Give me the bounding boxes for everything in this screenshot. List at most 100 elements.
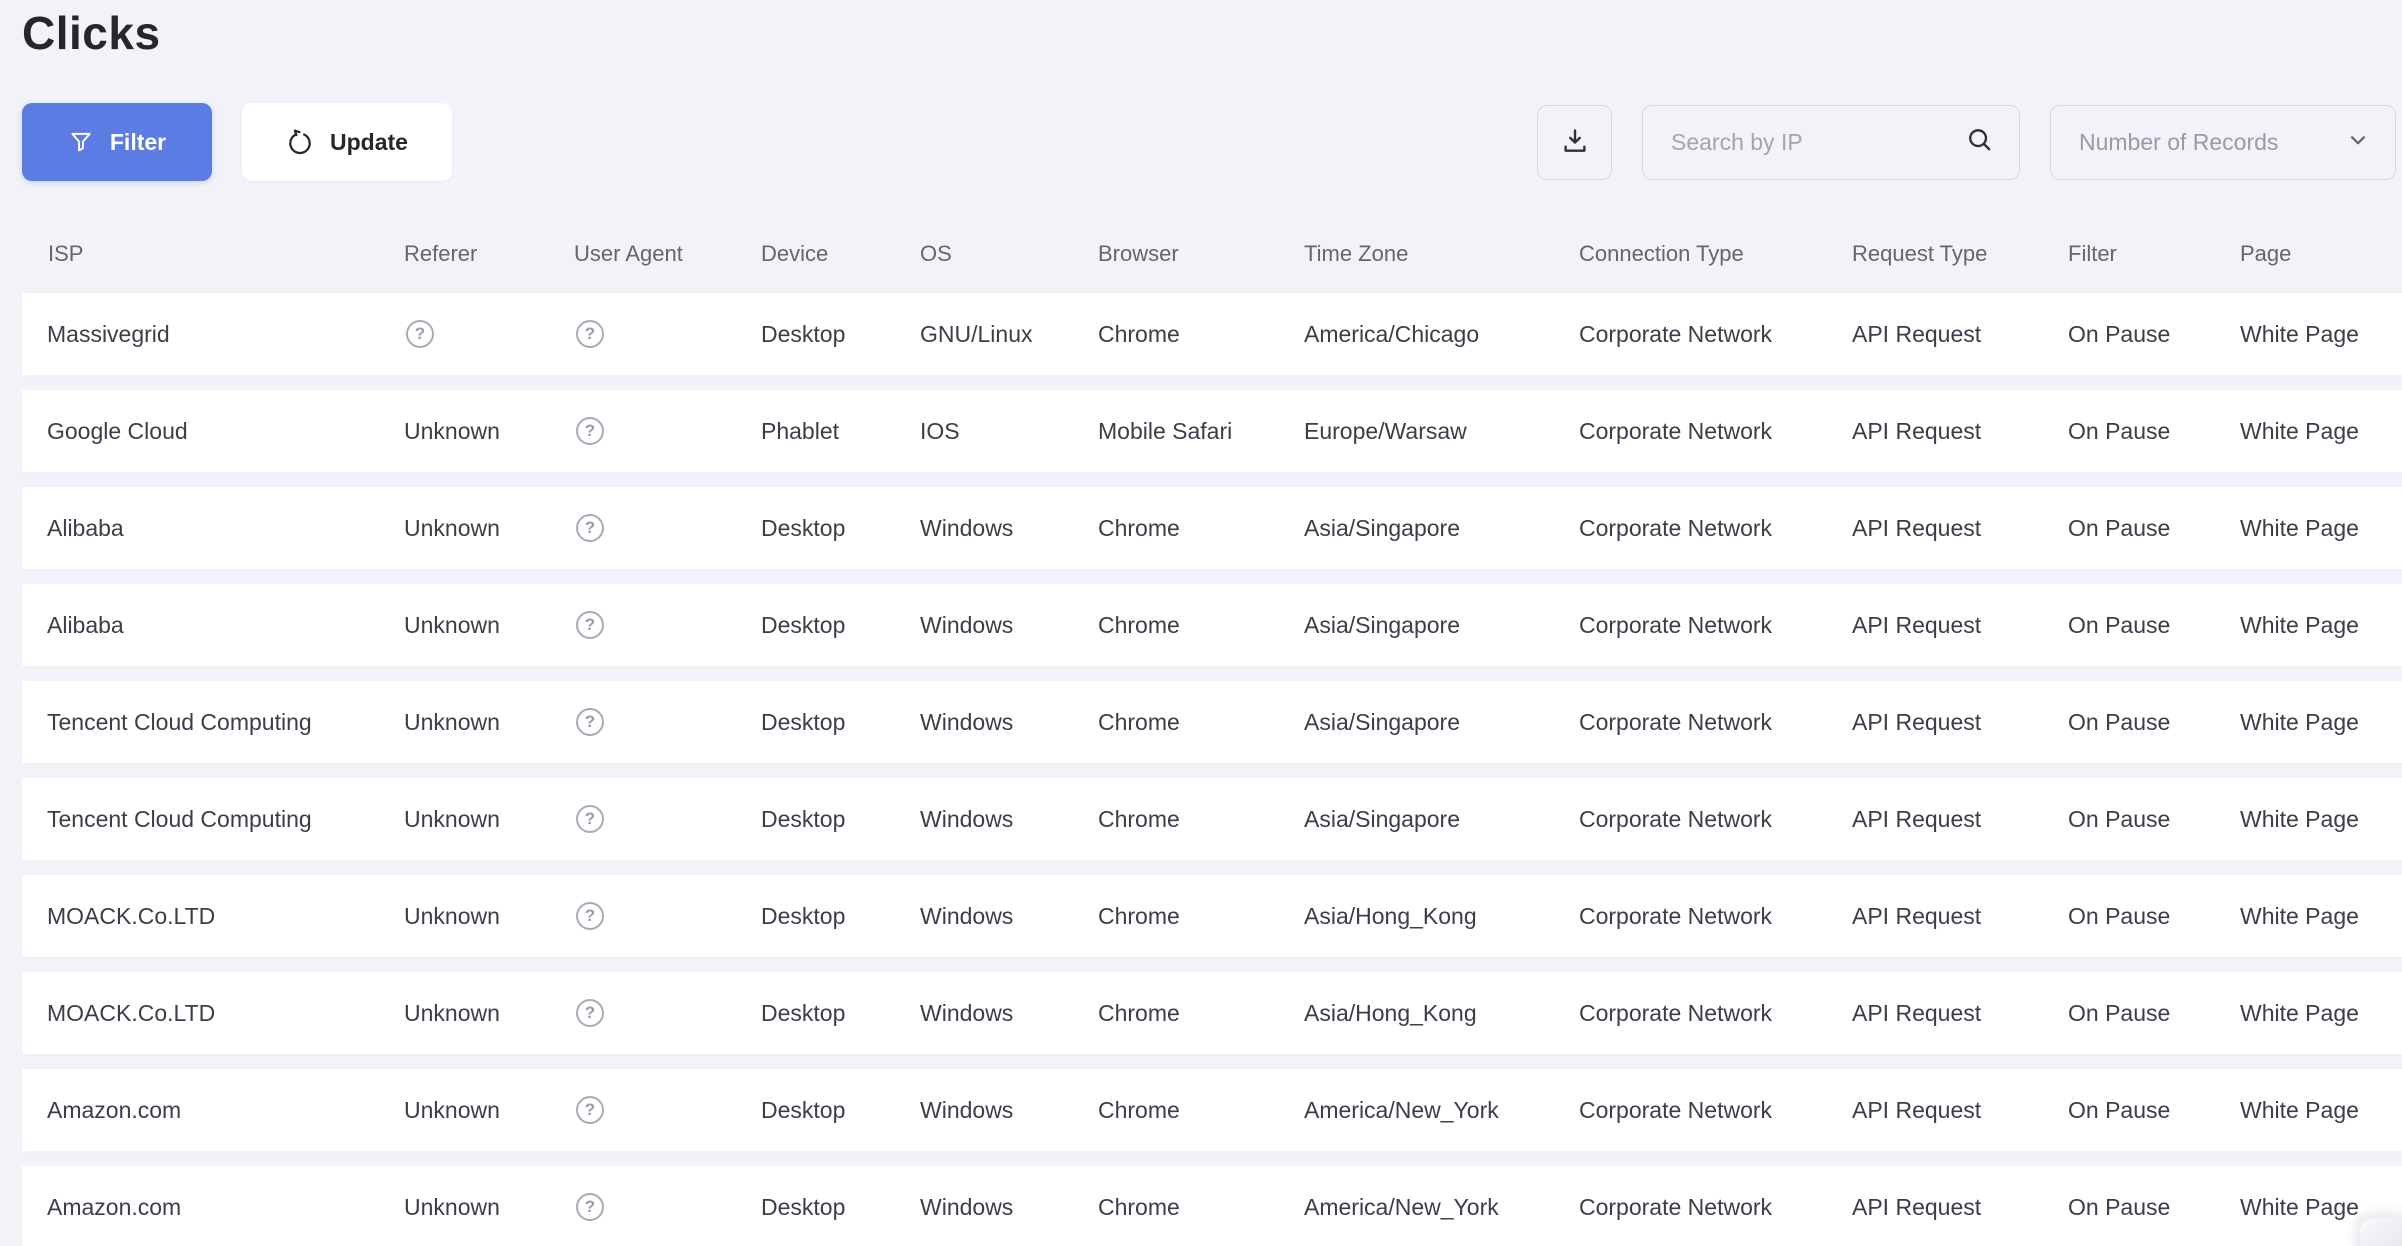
table-cell: ? (574, 320, 761, 348)
question-mark-icon[interactable]: ? (576, 805, 604, 833)
table-cell: Unknown (404, 418, 574, 445)
table-cell: Alibaba (22, 612, 404, 639)
table-row[interactable]: MOACK.Co.LTDUnknown?DesktopWindowsChrome… (22, 972, 2402, 1054)
table-cell: Unknown (404, 1097, 574, 1124)
table-cell: ? (574, 1096, 761, 1124)
toolbar: Filter Update (22, 103, 2396, 181)
table-cell: Amazon.com (22, 1097, 404, 1124)
table-cell: On Pause (2068, 1194, 2240, 1221)
search-box (1642, 105, 2020, 180)
question-mark-icon[interactable]: ? (576, 902, 604, 930)
table-cell: White Page (2240, 1194, 2402, 1221)
update-button[interactable]: Update (242, 103, 452, 181)
question-mark-icon[interactable]: ? (576, 514, 604, 542)
column-header: Connection Type (1579, 241, 1852, 267)
table-cell: Mobile Safari (1098, 418, 1304, 445)
table-cell: Windows (920, 1194, 1098, 1221)
table-body: Massivegrid??DesktopGNU/LinuxChromeAmeri… (0, 293, 2402, 1246)
question-mark-icon[interactable]: ? (406, 320, 434, 348)
table-cell: Phablet (761, 418, 920, 445)
table-row[interactable]: AlibabaUnknown?DesktopWindowsChromeAsia/… (22, 487, 2402, 569)
table-row[interactable]: Google CloudUnknown?PhabletIOSMobile Saf… (22, 390, 2402, 472)
toolbar-right-controls: Number of Records (1537, 105, 2396, 180)
table-cell: Desktop (761, 709, 920, 736)
table-cell: Desktop (761, 321, 920, 348)
table-cell: White Page (2240, 418, 2402, 445)
column-header: Device (761, 241, 920, 267)
table-cell: Windows (920, 903, 1098, 930)
table-cell: Corporate Network (1579, 1000, 1852, 1027)
funnel-icon (68, 129, 94, 155)
search-input[interactable] (1671, 129, 1965, 156)
table-row[interactable]: Amazon.comUnknown?DesktopWindowsChromeAm… (22, 1069, 2402, 1151)
table-cell: ? (574, 1193, 761, 1221)
table-cell: API Request (1852, 709, 2068, 736)
table-cell: White Page (2240, 1097, 2402, 1124)
table-cell: ? (574, 611, 761, 639)
table-cell: API Request (1852, 903, 2068, 930)
table-cell: Unknown (404, 1194, 574, 1221)
table-cell: White Page (2240, 709, 2402, 736)
number-of-records-dropdown[interactable]: Number of Records (2050, 105, 2396, 180)
question-mark-icon[interactable]: ? (576, 999, 604, 1027)
table-cell: Corporate Network (1579, 418, 1852, 445)
table-cell: Chrome (1098, 1000, 1304, 1027)
table-cell: Chrome (1098, 1097, 1304, 1124)
table-cell: Asia/Singapore (1304, 612, 1579, 639)
question-mark-icon[interactable]: ? (576, 708, 604, 736)
question-mark-icon[interactable]: ? (576, 1193, 604, 1221)
table-row[interactable]: Tencent Cloud ComputingUnknown? DesktopWi… (22, 778, 2402, 860)
table-cell: On Pause (2068, 806, 2240, 833)
table-cell: Windows (920, 806, 1098, 833)
table-cell: Massivegrid (22, 321, 404, 348)
table-cell: Chrome (1098, 515, 1304, 542)
table-cell: API Request (1852, 1000, 2068, 1027)
download-button[interactable] (1537, 105, 1612, 180)
table-cell: MOACK.Co.LTD (22, 1000, 404, 1027)
table-cell: ? (574, 902, 761, 930)
table-cell: Asia/Singapore (1304, 515, 1579, 542)
table-cell: Tencent Cloud Computing (22, 709, 404, 736)
table-cell: On Pause (2068, 1000, 2240, 1027)
table-cell: Unknown (404, 806, 574, 833)
filter-button-label: Filter (110, 129, 166, 156)
scroll-corner-button[interactable] (2360, 1218, 2402, 1246)
table-cell: Corporate Network (1579, 1194, 1852, 1221)
number-of-records-label: Number of Records (2079, 129, 2278, 156)
table-row[interactable]: AlibabaUnknown?DesktopWindowsChromeAsia/… (22, 584, 2402, 666)
column-header: Page (2240, 241, 2402, 267)
search-icon[interactable] (1965, 125, 1995, 160)
table-row[interactable]: Massivegrid??DesktopGNU/LinuxChromeAmeri… (22, 293, 2402, 375)
question-mark-icon[interactable]: ? (576, 417, 604, 445)
download-icon (1560, 126, 1590, 159)
table-cell: Alibaba (22, 515, 404, 542)
question-mark-icon[interactable]: ? (576, 320, 604, 348)
table-cell: Google Cloud (22, 418, 404, 445)
question-mark-icon[interactable]: ? (576, 1096, 604, 1124)
table-cell: API Request (1852, 1097, 2068, 1124)
table-cell: Amazon.com (22, 1194, 404, 1221)
table-cell: On Pause (2068, 321, 2240, 348)
column-header: OS (920, 241, 1098, 267)
table-cell: Windows (920, 612, 1098, 639)
table-cell: Desktop (761, 1194, 920, 1221)
table-cell: Asia/Hong_Kong (1304, 903, 1579, 930)
table-cell: Desktop (761, 806, 920, 833)
table-cell: GNU/Linux (920, 321, 1098, 348)
table-row[interactable]: Amazon.comUnknown?DesktopWindowsChromeAm… (22, 1166, 2402, 1246)
question-mark-icon[interactable]: ? (576, 611, 604, 639)
table-cell: Tencent Cloud Computing (22, 806, 404, 833)
filter-button[interactable]: Filter (22, 103, 212, 181)
table-cell: API Request (1852, 515, 2068, 542)
table-cell: White Page (2240, 903, 2402, 930)
column-header: Time Zone (1304, 241, 1579, 267)
table-cell: Desktop (761, 1000, 920, 1027)
table-cell: Corporate Network (1579, 612, 1852, 639)
table-cell: White Page (2240, 515, 2402, 542)
table-row[interactable]: Tencent Cloud ComputingUnknown?DesktopWi… (22, 681, 2402, 763)
table-row[interactable]: MOACK.Co.LTDUnknown?DesktopWindowsChrome… (22, 875, 2402, 957)
table-cell: API Request (1852, 806, 2068, 833)
update-button-label: Update (330, 129, 408, 156)
table-cell: ? (574, 417, 761, 445)
table-cell: Desktop (761, 903, 920, 930)
